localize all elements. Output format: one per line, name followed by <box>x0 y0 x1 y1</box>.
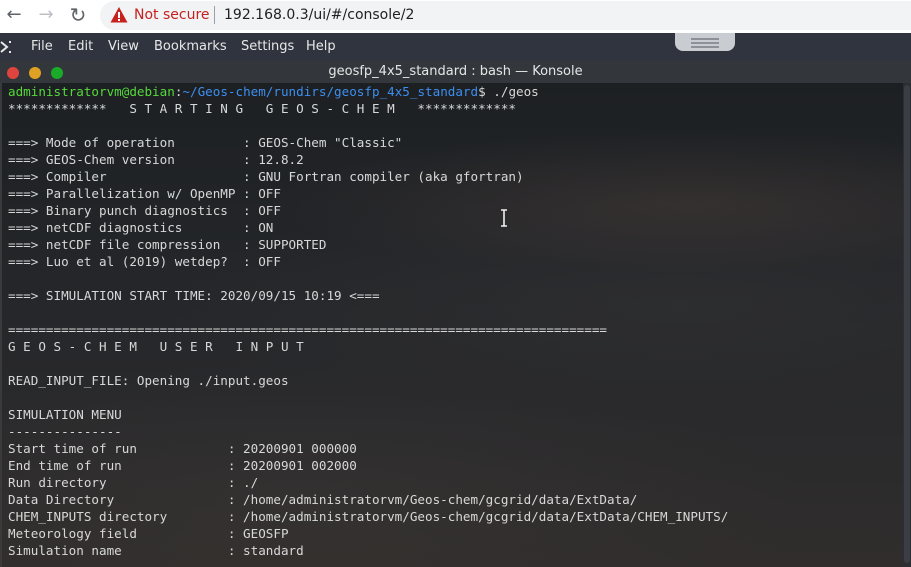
divider <box>214 6 215 24</box>
prompt-path: ~/Geos-chem/rundirs/geosfp_4x5_standard <box>182 84 479 99</box>
terminal-line: Simulation name : standard <box>8 543 304 558</box>
address-bar[interactable]: Not secure 192.168.0.3/ui/#/console/2 <box>100 1 911 30</box>
not-secure-label[interactable]: Not secure <box>134 5 210 25</box>
terminal-line: ===> Mode of operation : GEOS-Chem "Clas… <box>8 135 403 150</box>
dropdown-terminal-handle[interactable] <box>675 33 735 51</box>
scrollbar-thumb[interactable] <box>904 85 910 563</box>
window-titlebar[interactable]: geosfp_4x5_standard : bash — Konsole <box>0 61 911 83</box>
url-text[interactable]: 192.168.0.3/ui/#/console/2 <box>224 5 414 25</box>
menu-bookmarks[interactable]: Bookmarks <box>154 39 227 55</box>
terminal-line: Start time of run : 20200901 000000 <box>8 441 357 456</box>
terminal-line: ===> netCDF diagnostics : ON <box>8 220 274 235</box>
konsole-app-icon[interactable] <box>0 38 18 56</box>
terminal-line: ===> Parallelization w/ OpenMP : OFF <box>8 186 281 201</box>
terminal-line: ************* S T A R T I N G G E O S - … <box>8 101 516 116</box>
menu-settings[interactable]: Settings <box>241 39 294 55</box>
prompt-line: administratorvm@debian:~/Geos-chem/rundi… <box>8 83 539 100</box>
forward-arrow-icon[interactable]: → <box>34 3 58 27</box>
terminal-line: ===> SIMULATION START TIME: 2020/09/15 1… <box>8 288 380 303</box>
terminal-line: ===> Binary punch diagnostics : OFF <box>8 203 281 218</box>
terminal-line: --------------- <box>8 424 122 439</box>
terminal-line: ========================================… <box>8 322 607 337</box>
terminal-line: CHEM_INPUTS directory : /home/administra… <box>8 509 729 524</box>
window-title: geosfp_4x5_standard : bash — Konsole <box>328 64 583 79</box>
terminal-line: Run directory : ./ <box>8 475 259 490</box>
menu-edit[interactable]: Edit <box>68 39 93 55</box>
terminal-line: End time of run : 20200901 002000 <box>8 458 357 473</box>
terminal-scrollbar[interactable] <box>903 83 911 567</box>
app-menubar: File Edit View Bookmarks Settings Help <box>0 33 911 61</box>
terminal-output[interactable]: administratorvm@debian:~/Geos-chem/rundi… <box>0 83 903 567</box>
back-arrow-icon[interactable]: ← <box>2 3 26 27</box>
terminal-line: Data Directory : /home/administratorvm/G… <box>8 492 638 507</box>
menu-file[interactable]: File <box>31 39 53 55</box>
browser-toolbar: ← → ↻ Not secure 192.168.0.3/ui/#/consol… <box>0 0 911 33</box>
warning-icon[interactable] <box>110 6 128 24</box>
konsole-window: geosfp_4x5_standard : bash — Konsole adm… <box>0 61 911 567</box>
prompt-user: administratorvm@debian <box>8 84 175 99</box>
terminal-left-edge <box>0 83 2 567</box>
terminal-line: Meteorology field : GEOSFP <box>8 526 289 541</box>
prompt-command: $ ./geos <box>478 84 539 99</box>
menu-help[interactable]: Help <box>306 39 336 55</box>
terminal-line: ===> Compiler : GNU Fortran compiler (ak… <box>8 169 524 184</box>
terminal-line: SIMULATION MENU <box>8 407 122 422</box>
menu-view[interactable]: View <box>108 39 139 55</box>
reload-icon[interactable]: ↻ <box>66 3 90 27</box>
terminal-line: ===> Luo et al (2019) wetdep? : OFF <box>8 254 281 269</box>
text-cursor-icon <box>501 209 507 227</box>
terminal-line: G E O S - C H E M U S E R I N P U T <box>8 339 304 354</box>
terminal-line: ===> GEOS-Chem version : 12.8.2 <box>8 152 304 167</box>
terminal-line: READ_INPUT_FILE: Opening ./input.geos <box>8 373 289 388</box>
terminal-line: ===> netCDF file compression : SUPPORTED <box>8 237 327 252</box>
